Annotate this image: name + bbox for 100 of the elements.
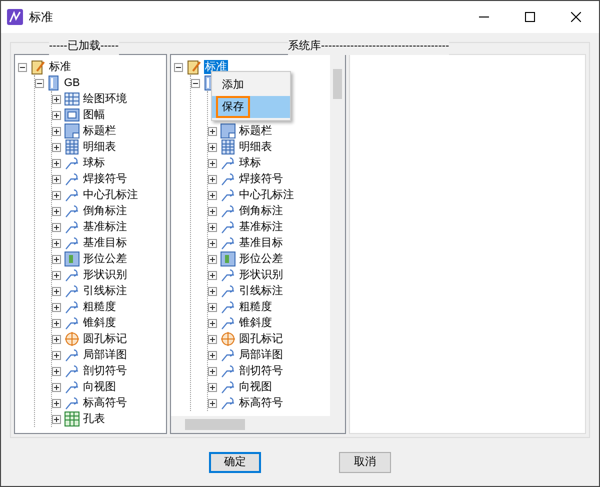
expand-toggle[interactable] [52,238,61,248]
expand-toggle[interactable] [52,142,61,152]
hole-icon [64,331,80,347]
tree-item[interactable]: 向视图 [238,380,273,394]
expand-toggle[interactable] [52,222,61,232]
notebook-icon [186,59,202,75]
tree-item[interactable]: 圆孔标记 [82,332,128,346]
tree-item[interactable]: 基准目标 [238,236,284,250]
tree-item[interactable]: 向视图 [82,380,117,394]
tree-item[interactable]: 粗糙度 [82,300,117,314]
tree-item[interactable]: 焊接符号 [238,172,284,186]
expand-toggle[interactable] [52,206,61,216]
collapse-toggle[interactable] [191,78,200,88]
plus-icon [209,160,216,166]
tree-item[interactable]: 形位公差 [82,252,128,266]
tree-item[interactable]: 基准目标 [82,236,128,250]
tree-item[interactable]: 标准 [48,60,72,74]
expand-toggle[interactable] [52,110,61,120]
collapse-toggle[interactable] [18,62,27,72]
expand-toggle[interactable] [208,254,217,264]
maximize-icon [525,12,535,22]
tree-item[interactable]: 剖切符号 [238,364,284,378]
tree-item[interactable]: 球标 [238,156,262,170]
tree-item[interactable]: 明细表 [82,140,117,154]
expand-toggle[interactable] [52,270,61,280]
expand-toggle[interactable] [208,270,217,280]
tree-item[interactable]: 绘图环境 [82,92,128,106]
expand-toggle[interactable] [208,366,217,376]
tree-item[interactable]: 圆孔标记 [238,332,284,346]
tree-item[interactable]: 标高符号 [82,396,128,410]
tree-item[interactable]: 锥斜度 [82,316,117,330]
tree-item[interactable]: 孔表 [82,412,106,426]
group-caption: -----已加载----- [49,38,119,54]
tree-item[interactable]: 形状识别 [82,268,128,282]
expand-toggle[interactable] [208,382,217,392]
tree-item[interactable]: 锥斜度 [238,316,273,330]
tree-item[interactable]: 中心孔标注 [82,188,139,202]
plus-icon [209,368,216,374]
tree-item[interactable]: 标题栏 [82,124,117,138]
tree-item[interactable]: 粗糙度 [238,300,273,314]
expand-toggle[interactable] [208,174,217,184]
expand-toggle[interactable] [52,158,61,168]
expand-toggle[interactable] [52,286,61,296]
tree-item[interactable]: 焊接符号 [82,172,128,186]
expand-toggle[interactable] [208,158,217,168]
expand-toggle[interactable] [52,254,61,264]
dialog-button[interactable]: 取消 [339,452,391,473]
tree-item[interactable]: 球标 [82,156,106,170]
tree-item[interactable]: 形位公差 [238,252,284,266]
expand-toggle[interactable] [52,382,61,392]
expand-toggle[interactable] [208,398,217,408]
expand-toggle[interactable] [52,126,61,136]
expand-toggle[interactable] [208,190,217,200]
tree-item[interactable]: 倒角标注 [82,204,128,218]
expand-toggle[interactable] [208,302,217,312]
expand-toggle[interactable] [52,190,61,200]
tree-item[interactable]: 引线标注 [82,284,128,298]
tree-item[interactable]: 明细表 [238,140,273,154]
expand-toggle[interactable] [52,334,61,344]
menu-item[interactable]: 保存 [212,96,290,118]
expand-toggle[interactable] [208,222,217,232]
expand-toggle[interactable] [208,142,217,152]
expand-toggle[interactable] [208,206,217,216]
tree-item[interactable]: 标题栏 [238,124,273,138]
dialog-button[interactable]: 确定 [209,452,261,473]
symbol-icon [64,267,80,283]
expand-toggle[interactable] [52,350,61,360]
expand-toggle[interactable] [208,286,217,296]
tree-item[interactable]: 局部详图 [238,348,284,362]
expand-toggle[interactable] [208,350,217,360]
expand-toggle[interactable] [52,94,61,104]
tree-item[interactable]: 标高符号 [238,396,284,410]
tree-item[interactable]: 图幅 [82,108,106,122]
menu-item[interactable]: 添加 [212,74,290,96]
tree-item[interactable]: 倒角标注 [238,204,284,218]
tree-item[interactable]: 基准标注 [82,220,128,234]
tree-item[interactable]: GB [63,76,81,90]
expand-toggle[interactable] [52,318,61,328]
plus-icon [209,272,216,278]
tree-item[interactable]: 局部详图 [82,348,128,362]
tree-item[interactable]: 剖切符号 [82,364,128,378]
expand-toggle[interactable] [208,334,217,344]
table-icon [220,139,236,155]
horizontal-scrollbar[interactable] [171,416,345,433]
expand-toggle[interactable] [208,126,217,136]
window-title: 标准 [29,9,53,26]
collapse-toggle[interactable] [35,78,44,88]
tree-item[interactable]: 基准标注 [238,220,284,234]
tree-item[interactable]: 中心孔标注 [238,188,295,202]
expand-toggle[interactable] [208,318,217,328]
expand-toggle[interactable] [52,366,61,376]
tree-item[interactable]: 引线标注 [238,284,284,298]
expand-toggle[interactable] [208,238,217,248]
expand-toggle[interactable] [52,398,61,408]
collapse-toggle[interactable] [174,62,183,72]
expand-toggle[interactable] [52,174,61,184]
expand-toggle[interactable] [52,302,61,312]
expand-toggle[interactable] [52,414,61,424]
plus-icon [53,144,60,150]
tree-item[interactable]: 形状识别 [238,268,284,282]
